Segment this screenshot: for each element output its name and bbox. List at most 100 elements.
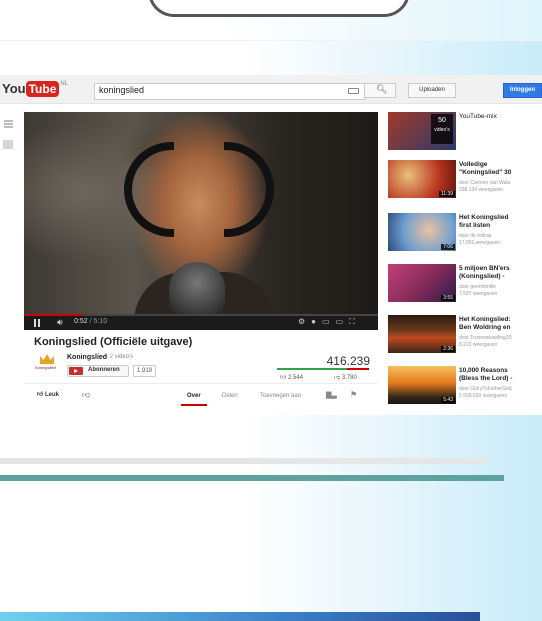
youtube-window: You Tube NL koningslied 🔍︎ Uploaden Inlogg… [0,75,542,415]
search-icon: 🔍︎ [376,84,388,94]
video-duration: 5:43 [441,397,455,403]
search-value: koningslied [99,85,145,95]
video-duration: 3:55 [441,295,455,301]
video-title[interactable]: 5 miljoen BN'ers (Koningslied) - [459,265,542,281]
video-duration: 7:06 [441,244,455,250]
masthead: You Tube NL koningslied 🔍︎ Uploaden Inlogg… [0,75,542,104]
dislike-count-value: 3.780 [341,375,357,381]
statistics-icon[interactable]: ▇▃ [326,391,337,399]
annotations-icon[interactable]: ● [311,317,322,326]
logo-you-text: You [2,81,26,96]
sidebar-mix[interactable]: 50 video's YouTube-mix [388,112,542,150]
video-title[interactable]: Het Koningslied: Ben Woldring en [459,316,542,332]
video-duration: 11:39 [438,191,455,197]
flag-icon[interactable]: ⚑ [350,390,357,399]
like-count: 👍︎ 2.544 [280,373,303,381]
current-time: 0:52 [74,318,88,325]
volume-icon[interactable]: 🔊︎ [57,317,63,328]
device-frame-bottom [148,0,410,17]
channel-logo-text: Koningslied [35,365,56,370]
video-title: Koningslied (Officiële uitgave) [34,336,193,348]
tab-toevoegen-aan[interactable]: Toevoegen aan [260,393,301,399]
player-right-controls: ⚙︎●▭▭⛶ [298,317,361,327]
like-label: Leuk [44,392,59,398]
sidebar-video-2[interactable]: 7:06 Het Koningslied first listen door r… [388,213,542,251]
settings-icon[interactable]: ⚙︎ [298,317,311,326]
video-views: 7.597 weergaven [459,291,498,297]
like-count-value: 2.544 [287,375,303,381]
keyboard-icon[interactable] [348,88,359,94]
channel-logo[interactable]: Koningslied [35,354,59,376]
video-title[interactable]: Volledige "Koningslied" 30 [459,161,542,177]
top-divider [0,40,542,41]
thumbs-up-icon: 👍︎ [37,392,44,398]
headphone-right [224,142,274,237]
thumbnail[interactable]: 5:43 [388,366,456,404]
large-player-icon[interactable]: ▭ [336,317,350,326]
dislike-button[interactable]: 👎︎ [82,390,90,400]
video-channel: door rik rottrap [459,233,492,239]
fullscreen-icon[interactable]: ⛶ [349,317,361,326]
video-info: Koningslied (Officiële uitgave) Koningsl… [24,332,378,412]
video-channel: door geenfamilie [459,284,496,290]
view-count: 416.239 [326,354,370,368]
mix-count-label: video's [434,127,450,133]
youtube-play-icon [69,367,83,375]
headphone-left [124,142,174,237]
microphone [169,262,225,314]
video-channel: door GloryToFatherGod [459,386,512,392]
tab-over[interactable]: Over [187,393,201,399]
mix-count: 50 [438,117,446,124]
pause-icon[interactable] [34,319,40,327]
video-title[interactable]: 10,000 Reasons (Bless the Lord) - [459,367,542,383]
video-channel: door Troonswisseling20 [459,335,512,341]
decorative-line-teal [0,475,504,481]
thumbnail[interactable]: 11:39 [388,160,456,198]
video-views: 5.509.030 weergaven [459,393,508,399]
logo-tube-text: Tube [25,81,60,97]
like-ratio-bar [277,368,347,370]
time-display: 0:52 / 5:10 [74,318,107,325]
decorative-line-grey [0,458,488,464]
video-title[interactable]: Het Koningslied first listen [459,214,542,230]
video-frame[interactable] [24,112,378,322]
sidebar-video-4[interactable]: 2:36 Het Koningslied: Ben Woldring en do… [388,315,542,353]
guide-secondary-icon[interactable] [3,140,13,149]
thumbnail[interactable]: 2:36 [388,315,456,353]
search-button[interactable]: 🔍︎ [364,83,396,98]
dislike-count: 👎︎ 3.780 [334,373,357,381]
search-input[interactable]: koningslied [94,83,366,100]
sidebar-video-1[interactable]: 11:39 Volledige "Koningslied" 30 door Ca… [388,160,542,198]
mix-thumbnail[interactable]: 50 video's [388,112,456,150]
tab-delen[interactable]: Delen [222,393,238,399]
sidebar-video-3[interactable]: 3:55 5 miljoen BN'ers (Koningslied) - do… [388,264,542,302]
mix-title[interactable]: YouTube-mix [459,113,497,120]
duration: / 5:10 [89,318,108,325]
crown-icon [40,354,54,364]
subscribe-button[interactable]: Abonneren [67,365,129,377]
dislike-ratio-bar [347,368,369,370]
sidebar-video-5[interactable]: 5:43 10,000 Reasons (Bless the Lord) - d… [388,366,542,404]
logo-region: NL [60,81,69,87]
video-views: 17.891 weergaven [459,240,501,246]
login-button[interactable]: Inloggen [503,83,542,98]
video-player[interactable]: 🔊︎ 0:52 / 5:10 ⚙︎●▭▭⛶ [24,112,378,330]
video-duration: 2:36 [441,346,455,352]
player-controls: 🔊︎ 0:52 / 5:10 ⚙︎●▭▭⛶ [24,316,378,330]
tab-active-indicator [181,404,207,406]
thumbs-up-icon: 👍︎ [280,375,287,381]
footer-bar [0,612,480,621]
video-views: 298.134 weergaven [459,187,503,193]
like-button[interactable]: 👍︎ Leuk [37,390,59,398]
guide-menu-icon[interactable] [4,120,13,128]
channel-video-count: · 2 video's [106,354,134,360]
youtube-logo[interactable]: You Tube NL [2,81,68,97]
mix-count-overlay: 50 video's [431,114,453,144]
video-channel: door Carmen van Wala [459,180,511,186]
upload-button[interactable]: Uploaden [408,83,456,98]
thumbnail[interactable]: 7:06 [388,213,456,251]
video-views: 8.222 weergaven [459,342,498,348]
channel-name[interactable]: Koningslied [67,354,107,361]
small-player-icon[interactable]: ▭ [322,317,336,326]
thumbnail[interactable]: 3:55 [388,264,456,302]
